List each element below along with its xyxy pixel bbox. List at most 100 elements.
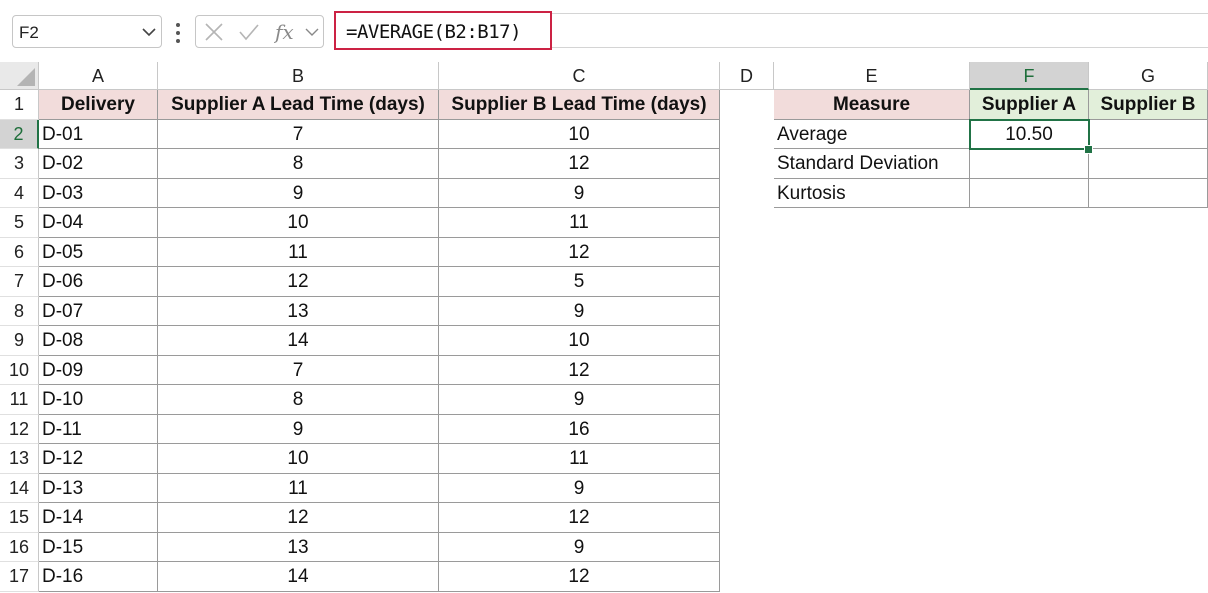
cell-a2[interactable]: D-01: [39, 119, 158, 149]
row-header-12[interactable]: 12: [0, 414, 39, 444]
cell-e2[interactable]: Average: [774, 119, 970, 149]
name-box[interactable]: F2: [12, 15, 162, 48]
cell-e3[interactable]: Standard Deviation: [774, 149, 970, 179]
row-header-7[interactable]: 7: [0, 267, 39, 297]
column-header-e[interactable]: E: [774, 62, 970, 90]
cell-c8[interactable]: 9: [439, 296, 720, 326]
cell-f1[interactable]: Supplier A: [970, 90, 1089, 120]
cell-e1[interactable]: Measure: [774, 90, 970, 120]
row-header-2[interactable]: 2: [0, 119, 39, 149]
cancel-icon[interactable]: [204, 22, 224, 42]
row-header-4[interactable]: 4: [0, 178, 39, 208]
cell-a12[interactable]: D-11: [39, 414, 158, 444]
cell-c4[interactable]: 9: [439, 178, 720, 208]
cell-a9[interactable]: D-08: [39, 326, 158, 356]
chevron-down-icon[interactable]: [304, 24, 320, 40]
row-header-6[interactable]: 6: [0, 237, 39, 267]
cell-b17[interactable]: 14: [158, 562, 439, 592]
formula-input-extension[interactable]: [552, 13, 1208, 48]
select-all-icon: [17, 68, 35, 86]
cell-b10[interactable]: 7: [158, 355, 439, 385]
cell-a8[interactable]: D-07: [39, 296, 158, 326]
cell-b11[interactable]: 8: [158, 385, 439, 415]
cell-c6[interactable]: 12: [439, 237, 720, 267]
cell-b3[interactable]: 8: [158, 149, 439, 179]
cell-g1[interactable]: Supplier B: [1089, 90, 1208, 120]
cell-a1[interactable]: Delivery: [39, 90, 158, 120]
column-header-a[interactable]: A: [39, 62, 158, 90]
row-header-1[interactable]: 1: [0, 90, 39, 120]
cell-b1[interactable]: Supplier A Lead Time (days): [158, 90, 439, 120]
active-cell-border: [969, 118, 1090, 150]
cell-e4[interactable]: Kurtosis: [774, 178, 970, 208]
cell-g2[interactable]: [1089, 119, 1208, 149]
confirm-icon[interactable]: [238, 22, 260, 42]
cell-b7[interactable]: 12: [158, 267, 439, 297]
cell-b2[interactable]: 7: [158, 119, 439, 149]
select-all-button[interactable]: [0, 62, 39, 90]
cell-a3[interactable]: D-02: [39, 149, 158, 179]
cell-a6[interactable]: D-05: [39, 237, 158, 267]
cell-c3[interactable]: 12: [439, 149, 720, 179]
cell-f4[interactable]: [970, 178, 1089, 208]
column-header-f[interactable]: F: [970, 62, 1089, 90]
column-header-c[interactable]: C: [439, 62, 720, 90]
cell-a11[interactable]: D-10: [39, 385, 158, 415]
row-header-14[interactable]: 14: [0, 473, 39, 503]
cell-b6[interactable]: 11: [158, 237, 439, 267]
cell-a7[interactable]: D-06: [39, 267, 158, 297]
cell-f3[interactable]: [970, 149, 1089, 179]
column-header-b[interactable]: B: [158, 62, 439, 90]
cell-a4[interactable]: D-03: [39, 178, 158, 208]
cell-a16[interactable]: D-15: [39, 532, 158, 562]
cell-g4[interactable]: [1089, 178, 1208, 208]
column-header-d[interactable]: D: [720, 62, 774, 90]
cell-c7[interactable]: 5: [439, 267, 720, 297]
row-header-11[interactable]: 11: [0, 385, 39, 415]
cell-c5[interactable]: 11: [439, 208, 720, 238]
cell-c12[interactable]: 16: [439, 414, 720, 444]
row-header-13[interactable]: 13: [0, 444, 39, 474]
cell-c15[interactable]: 12: [439, 503, 720, 533]
cell-c10[interactable]: 12: [439, 355, 720, 385]
more-options-icon[interactable]: [174, 22, 182, 44]
cell-b8[interactable]: 13: [158, 296, 439, 326]
cell-b13[interactable]: 10: [158, 444, 439, 474]
cell-b12[interactable]: 9: [158, 414, 439, 444]
row-header-3[interactable]: 3: [0, 149, 39, 179]
row-header-16[interactable]: 16: [0, 532, 39, 562]
row-header-9[interactable]: 9: [0, 326, 39, 356]
cell-a15[interactable]: D-14: [39, 503, 158, 533]
cell-b15[interactable]: 12: [158, 503, 439, 533]
cell-c17[interactable]: 12: [439, 562, 720, 592]
cell-g3[interactable]: [1089, 149, 1208, 179]
cell-b9[interactable]: 14: [158, 326, 439, 356]
cell-a14[interactable]: D-13: [39, 473, 158, 503]
cell-c14[interactable]: 9: [439, 473, 720, 503]
cell-b16[interactable]: 13: [158, 532, 439, 562]
cell-c13[interactable]: 11: [439, 444, 720, 474]
cell-a13[interactable]: D-12: [39, 444, 158, 474]
cell-c11[interactable]: 9: [439, 385, 720, 415]
insert-function-icon[interactable]: fx: [274, 20, 300, 44]
cell-a17[interactable]: D-16: [39, 562, 158, 592]
chevron-down-icon[interactable]: [141, 24, 157, 40]
row-header-8[interactable]: 8: [0, 296, 39, 326]
row-header-10[interactable]: 10: [0, 355, 39, 385]
formula-actions: fx: [195, 15, 324, 48]
cell-c2[interactable]: 10: [439, 119, 720, 149]
row-header-15[interactable]: 15: [0, 503, 39, 533]
cell-c9[interactable]: 10: [439, 326, 720, 356]
row-header-17[interactable]: 17: [0, 562, 39, 592]
cell-a5[interactable]: D-04: [39, 208, 158, 238]
cell-b4[interactable]: 9: [158, 178, 439, 208]
row-header-5[interactable]: 5: [0, 208, 39, 238]
column-header-g[interactable]: G: [1089, 62, 1208, 90]
cell-c16[interactable]: 9: [439, 532, 720, 562]
cell-a10[interactable]: D-09: [39, 355, 158, 385]
cell-b14[interactable]: 11: [158, 473, 439, 503]
cell-b5[interactable]: 10: [158, 208, 439, 238]
fill-handle[interactable]: [1084, 145, 1093, 154]
formula-input[interactable]: =AVERAGE(B2:B17): [334, 11, 552, 50]
cell-c1[interactable]: Supplier B Lead Time (days): [439, 90, 720, 120]
